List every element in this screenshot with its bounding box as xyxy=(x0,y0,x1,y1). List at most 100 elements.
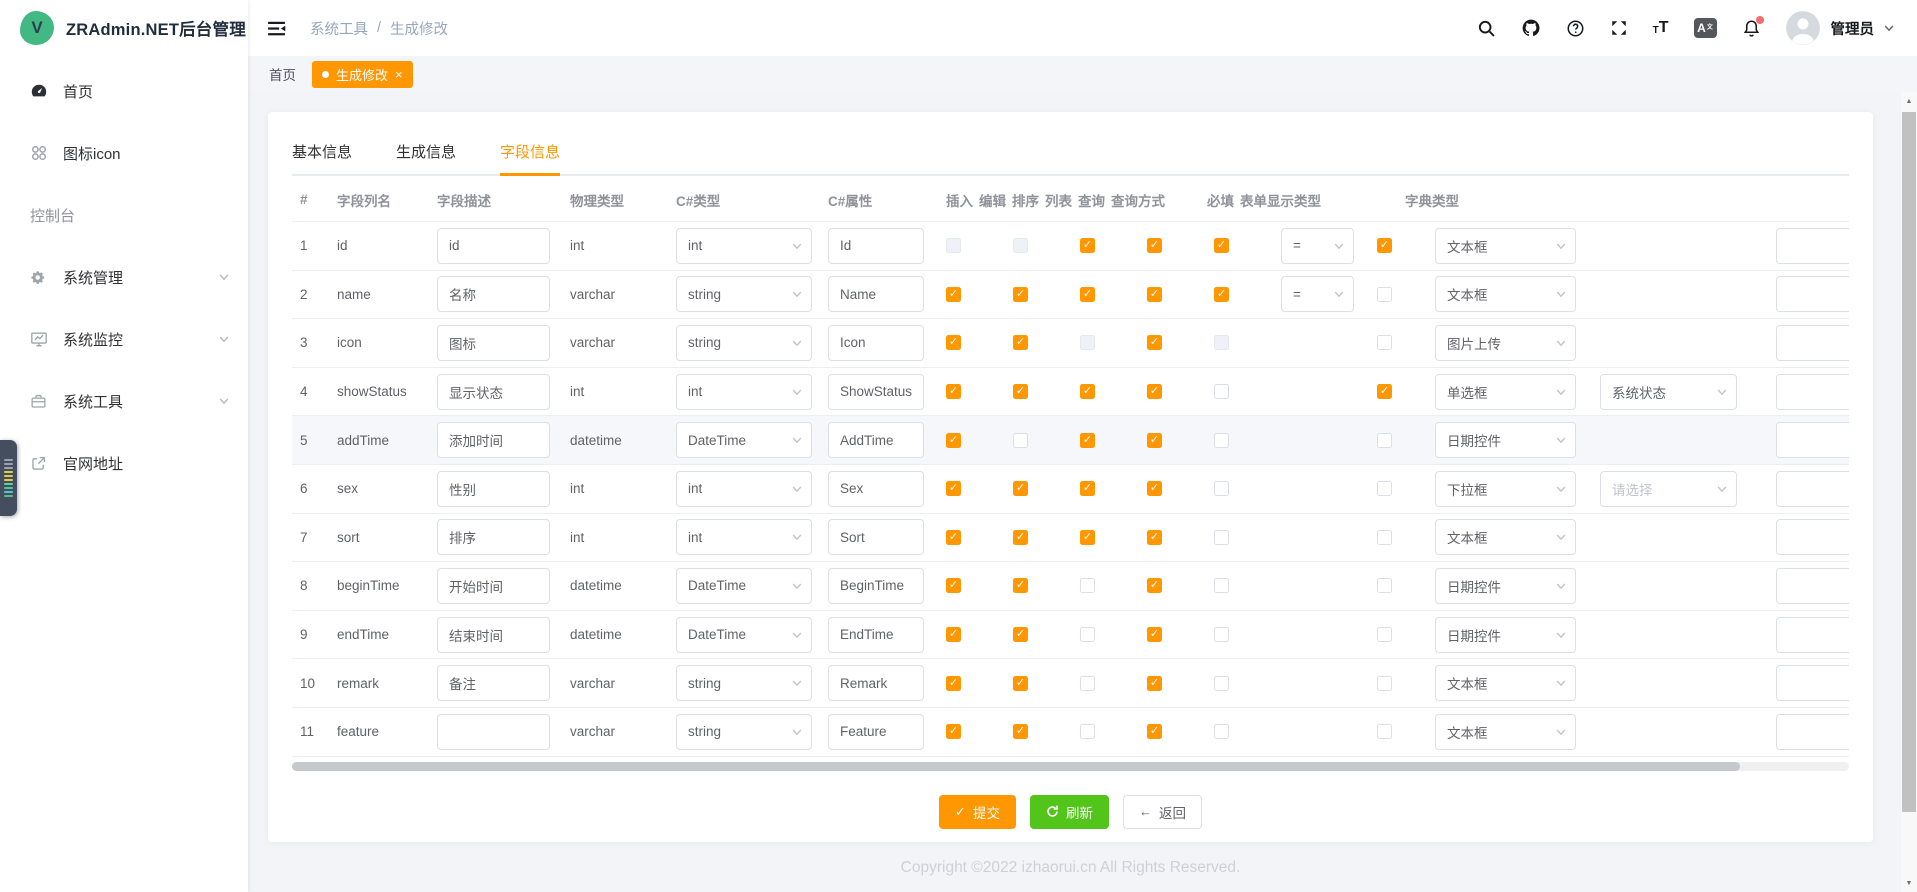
query-type-select[interactable]: = xyxy=(1281,228,1354,264)
close-tab-icon[interactable]: × xyxy=(395,68,403,81)
csharp-property-input[interactable]: Sex xyxy=(828,471,924,507)
insert-checkbox[interactable]: ✓ xyxy=(946,578,961,593)
required-checkbox[interactable]: ✓ xyxy=(1377,530,1392,545)
side-panel-handle[interactable] xyxy=(0,440,17,516)
required-checkbox[interactable]: ✓ xyxy=(1377,335,1392,350)
horizontal-scrollbar-thumb[interactable] xyxy=(292,762,1740,771)
sort-checkbox[interactable]: ✓ xyxy=(1080,481,1095,496)
column-desc-input[interactable]: 性别 xyxy=(437,471,550,507)
scroll-up-arrow-icon[interactable]: ▲ xyxy=(1901,94,1917,108)
insert-checkbox[interactable]: ✓ xyxy=(946,481,961,496)
form-display-type-select[interactable]: 日期控件 xyxy=(1435,422,1576,458)
csharp-type-select[interactable]: DateTime xyxy=(676,617,812,653)
required-checkbox[interactable]: ✓ xyxy=(1377,578,1392,593)
dict-type-select[interactable]: 系统状态 xyxy=(1600,374,1737,410)
edit-checkbox[interactable]: ✓ xyxy=(1013,627,1028,642)
csharp-type-select[interactable]: DateTime xyxy=(676,568,812,604)
form-display-type-select[interactable]: 下拉框 xyxy=(1435,471,1576,507)
csharp-type-select[interactable]: int xyxy=(676,471,812,507)
required-checkbox[interactable]: ✓ xyxy=(1377,627,1392,642)
sidebar-item-system-tools[interactable]: 系统工具 xyxy=(0,370,248,432)
form-display-type-select[interactable]: 文本框 xyxy=(1435,519,1576,555)
required-checkbox[interactable]: ✓ xyxy=(1377,481,1392,496)
query-checkbox[interactable]: ✓ xyxy=(1214,530,1229,545)
form-display-type-select[interactable]: 单选框 xyxy=(1435,374,1576,410)
overflow-cut-input[interactable] xyxy=(1776,325,1849,361)
csharp-type-select[interactable]: int xyxy=(676,228,812,264)
query-checkbox[interactable]: ✓ xyxy=(1214,578,1229,593)
sort-checkbox[interactable]: ✓ xyxy=(1080,335,1095,350)
column-desc-input[interactable]: 添加时间 xyxy=(437,422,550,458)
help-icon[interactable] xyxy=(1566,19,1585,38)
vertical-scrollbar-thumb[interactable] xyxy=(1902,112,1916,812)
overflow-cut-input[interactable] xyxy=(1776,568,1849,604)
required-checkbox[interactable]: ✓ xyxy=(1377,676,1392,691)
fullscreen-icon[interactable] xyxy=(1610,19,1628,37)
tagsview-tab[interactable]: 首页 xyxy=(263,64,302,84)
sidebar-item-system-monitor[interactable]: 系统监控 xyxy=(0,308,248,370)
edit-checkbox[interactable]: ✓ xyxy=(1013,578,1028,593)
form-display-type-select[interactable]: 图片上传 xyxy=(1435,325,1576,361)
overflow-cut-input[interactable] xyxy=(1776,519,1849,555)
vertical-scrollbar[interactable]: ▲ ▼ xyxy=(1901,92,1917,892)
csharp-property-input[interactable]: AddTime xyxy=(828,422,924,458)
csharp-type-select[interactable]: string xyxy=(676,276,812,312)
list-checkbox[interactable]: ✓ xyxy=(1147,238,1162,253)
tab-基本信息[interactable]: 基本信息 xyxy=(292,128,352,174)
app-logo[interactable]: V ZRAdmin.NET后台管理 xyxy=(0,0,248,56)
insert-checkbox[interactable]: ✓ xyxy=(946,530,961,545)
sort-checkbox[interactable]: ✓ xyxy=(1080,724,1095,739)
form-display-type-select[interactable]: 文本框 xyxy=(1435,228,1576,264)
font-size-icon[interactable]: TT xyxy=(1653,20,1669,36)
sidebar-item-icons[interactable]: 图标icon xyxy=(0,122,248,184)
edit-checkbox[interactable]: ✓ xyxy=(1013,481,1028,496)
column-desc-input[interactable]: 显示状态 xyxy=(437,374,550,410)
sort-checkbox[interactable]: ✓ xyxy=(1080,578,1095,593)
insert-checkbox[interactable]: ✓ xyxy=(946,433,961,448)
csharp-property-input[interactable]: Icon xyxy=(828,325,924,361)
chevron-down-icon[interactable] xyxy=(1883,22,1895,34)
translate-icon[interactable]: A文 xyxy=(1694,18,1717,38)
avatar[interactable] xyxy=(1786,11,1820,45)
list-checkbox[interactable]: ✓ xyxy=(1147,335,1162,350)
edit-checkbox[interactable]: ✓ xyxy=(1013,530,1028,545)
insert-checkbox[interactable]: ✓ xyxy=(946,724,961,739)
list-checkbox[interactable]: ✓ xyxy=(1147,287,1162,302)
edit-checkbox[interactable]: ✓ xyxy=(1013,384,1028,399)
form-display-type-select[interactable]: 文本框 xyxy=(1435,714,1576,750)
bell-icon[interactable] xyxy=(1742,19,1761,38)
sort-checkbox[interactable]: ✓ xyxy=(1080,433,1095,448)
query-type-select[interactable]: = xyxy=(1281,276,1354,312)
query-checkbox[interactable]: ✓ xyxy=(1214,676,1229,691)
overflow-cut-input[interactable] xyxy=(1776,665,1849,701)
sort-checkbox[interactable]: ✓ xyxy=(1080,530,1095,545)
form-display-type-select[interactable]: 文本框 xyxy=(1435,276,1576,312)
required-checkbox[interactable]: ✓ xyxy=(1377,238,1392,253)
column-desc-input[interactable]: 开始时间 xyxy=(437,568,550,604)
overflow-cut-input[interactable] xyxy=(1776,714,1849,750)
required-checkbox[interactable]: ✓ xyxy=(1377,433,1392,448)
刷新-button[interactable]: 刷新 xyxy=(1030,795,1109,829)
query-checkbox[interactable]: ✓ xyxy=(1214,238,1229,253)
column-desc-input[interactable]: 图标 xyxy=(437,325,550,361)
list-checkbox[interactable]: ✓ xyxy=(1147,384,1162,399)
csharp-property-input[interactable]: ShowStatus xyxy=(828,374,924,410)
insert-checkbox[interactable]: ✓ xyxy=(946,335,961,350)
csharp-property-input[interactable]: Remark xyxy=(828,665,924,701)
collapse-sidebar-icon[interactable] xyxy=(262,14,290,42)
list-checkbox[interactable]: ✓ xyxy=(1147,433,1162,448)
form-display-type-select[interactable]: 文本框 xyxy=(1435,665,1576,701)
提交-button[interactable]: ✓提交 xyxy=(939,795,1016,829)
edit-checkbox[interactable]: ✓ xyxy=(1013,676,1028,691)
search-icon[interactable] xyxy=(1477,19,1496,38)
edit-checkbox[interactable]: ✓ xyxy=(1013,433,1028,448)
edit-checkbox[interactable]: ✓ xyxy=(1013,335,1028,350)
sort-checkbox[interactable]: ✓ xyxy=(1080,676,1095,691)
column-desc-input[interactable]: 名称 xyxy=(437,276,550,312)
list-checkbox[interactable]: ✓ xyxy=(1147,676,1162,691)
csharp-property-input[interactable]: Feature xyxy=(828,714,924,750)
dict-type-select[interactable]: 请选择 xyxy=(1600,471,1737,507)
github-icon[interactable] xyxy=(1521,18,1541,38)
required-checkbox[interactable]: ✓ xyxy=(1377,724,1392,739)
query-checkbox[interactable]: ✓ xyxy=(1214,627,1229,642)
